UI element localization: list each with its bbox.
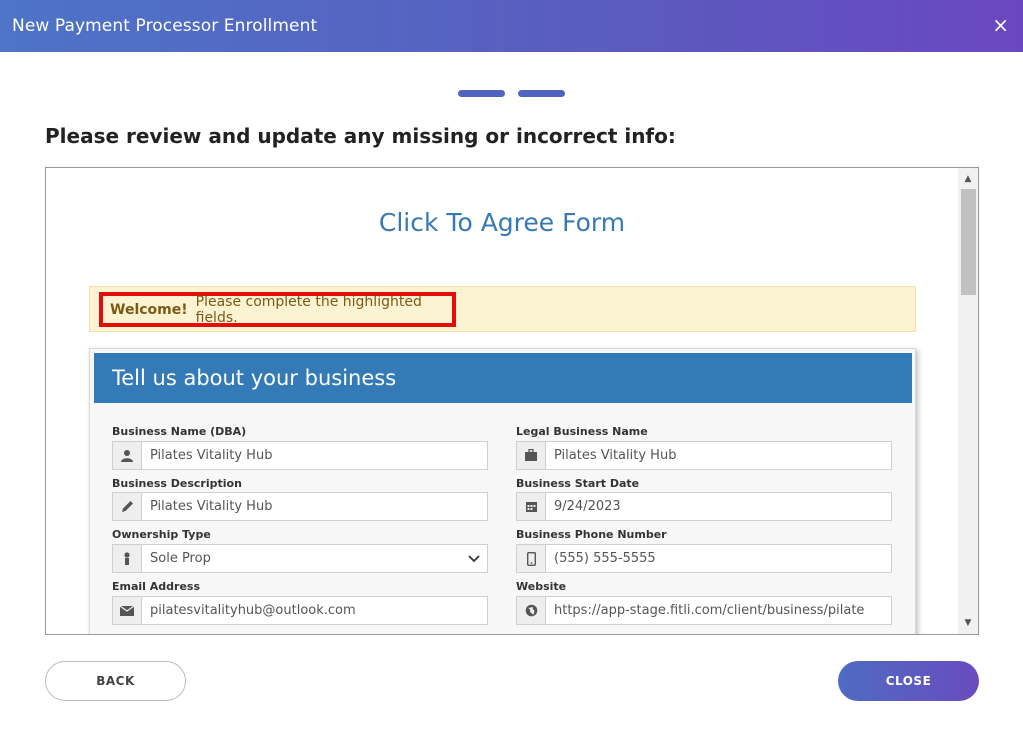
- email-value: pilatesvitalityhub@outlook.com: [150, 603, 356, 618]
- business-name-value: Pilates Vitality Hub: [150, 448, 273, 463]
- step-indicator: [458, 90, 565, 97]
- form-title: Click To Agree Form: [378, 208, 626, 237]
- scroll-up-icon[interactable]: ▲: [958, 170, 978, 188]
- email-label: Email Address: [112, 580, 201, 593]
- description-label: Business Description: [112, 477, 242, 490]
- briefcase-icon: [517, 442, 546, 469]
- close-button[interactable]: CLOSE: [838, 661, 979, 701]
- phone-label: Business Phone Number: [516, 528, 667, 541]
- envelope-icon: [113, 597, 142, 624]
- chevron-down-icon[interactable]: [461, 545, 487, 572]
- back-button[interactable]: BACK: [45, 661, 186, 701]
- website-label: Website: [516, 580, 567, 593]
- alert-highlight-box: Welcome! Please complete the highlighted…: [99, 292, 456, 327]
- start-date-label: Business Start Date: [516, 477, 640, 490]
- business-name-label: Business Name (DBA): [112, 425, 247, 438]
- person-icon: [113, 545, 142, 572]
- scroll-thumb[interactable]: [961, 189, 976, 295]
- scrollbar[interactable]: ▲ ▼: [958, 168, 978, 634]
- description-value: Pilates Vitality Hub: [150, 499, 273, 514]
- description-field[interactable]: Pilates Vitality Hub: [112, 492, 488, 521]
- phone-value: (555) 555-5555: [554, 551, 656, 566]
- page-prompt: Please review and update any missing or …: [45, 124, 676, 148]
- phone-icon: [517, 545, 546, 572]
- form-frame[interactable]: Click To Agree Form Welcome! Please comp…: [45, 167, 979, 635]
- welcome-alert: Welcome! Please complete the highlighted…: [89, 286, 916, 332]
- alert-strong: Welcome!: [110, 301, 188, 318]
- modal-title: New Payment Processor Enrollment: [12, 16, 318, 36]
- business-name-field[interactable]: Pilates Vitality Hub: [112, 441, 488, 470]
- website-field[interactable]: https://app-stage.fitli.com/client/busin…: [516, 596, 892, 625]
- start-date-value: 9/24/2023: [554, 499, 621, 514]
- ownership-label: Ownership Type: [112, 528, 211, 541]
- legal-name-value: Pilates Vitality Hub: [554, 448, 677, 463]
- website-value: https://app-stage.fitli.com/client/busin…: [554, 603, 865, 618]
- close-icon[interactable]: ×: [992, 13, 1009, 37]
- alert-text: Please complete the highlighted fields.: [195, 293, 422, 326]
- modal-header: New Payment Processor Enrollment ×: [0, 0, 1023, 52]
- globe-icon: [517, 597, 546, 624]
- scroll-down-icon[interactable]: ▼: [958, 614, 978, 632]
- section-title: Tell us about your business: [94, 353, 912, 403]
- step-2: [518, 90, 565, 97]
- user-icon: [113, 442, 142, 469]
- legal-name-field[interactable]: Pilates Vitality Hub: [516, 441, 892, 470]
- phone-field[interactable]: (555) 555-5555: [516, 544, 892, 573]
- email-field[interactable]: pilatesvitalityhub@outlook.com: [112, 596, 488, 625]
- step-1: [458, 90, 505, 97]
- legal-name-label: Legal Business Name: [516, 425, 648, 438]
- ownership-value: Sole Prop: [150, 551, 211, 566]
- business-panel: Tell us about your business Business Nam…: [89, 348, 916, 634]
- ownership-select[interactable]: Sole Prop: [112, 544, 488, 573]
- start-date-field[interactable]: 9/24/2023: [516, 492, 892, 521]
- pencil-icon: [113, 493, 142, 520]
- calendar-icon: [517, 493, 546, 520]
